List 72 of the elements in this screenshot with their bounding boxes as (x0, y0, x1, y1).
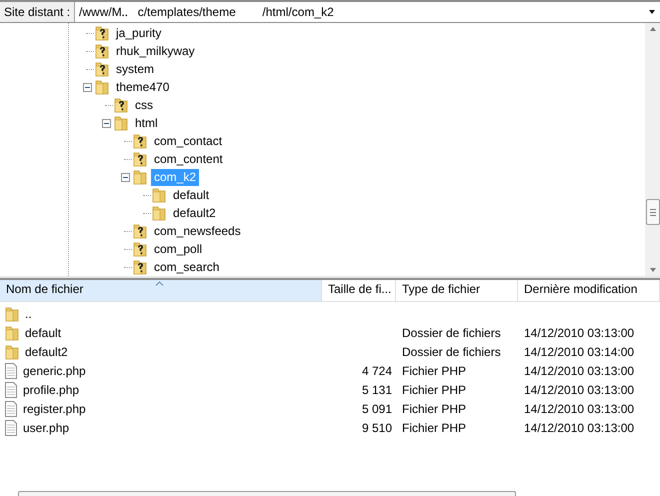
modified-date: 14/12/2010 03:13:00 (524, 420, 634, 434)
tree-item[interactable]: com_content (151, 150, 226, 168)
file-name[interactable]: generic.php (23, 362, 86, 380)
unknown-folder-icon (132, 223, 148, 239)
file-icon (4, 420, 18, 436)
modified-date: 14/12/2010 03:14:00 (524, 344, 634, 358)
file-name[interactable]: default (25, 324, 62, 342)
folder-icon (151, 187, 167, 203)
folder-icon (132, 169, 148, 185)
tree-item[interactable]: system (113, 60, 158, 78)
column-header[interactable]: Type de fichier (396, 280, 518, 301)
unknown-folder-icon (94, 25, 110, 41)
collapse-icon[interactable] (102, 118, 110, 128)
file-type: Fichier PHP (402, 364, 466, 378)
tree-item[interactable]: com_poll (151, 240, 206, 258)
file-name[interactable]: user.php (23, 418, 70, 436)
tree-item[interactable]: default (170, 186, 212, 204)
horizontal-scrollbar-thumb[interactable] (18, 491, 516, 496)
collapse-icon[interactable] (120, 172, 130, 182)
tree-item[interactable]: com_search (151, 258, 222, 276)
unknown-folder-icon (132, 151, 148, 167)
file-icon (4, 400, 18, 416)
file-type: Fichier PHP (402, 382, 466, 396)
modified-date: 14/12/2010 03:13:00 (524, 364, 634, 378)
file-icon (4, 362, 18, 378)
tree-item[interactable]: html (132, 114, 161, 132)
modified-date: 14/12/2010 03:13:00 (524, 382, 634, 396)
column-header[interactable]: Dernière modification (518, 280, 660, 301)
file-name[interactable]: register.php (23, 400, 86, 418)
tree-item[interactable]: com_contact (151, 132, 226, 150)
folder-icon (4, 344, 20, 360)
unknown-folder-icon (132, 133, 148, 149)
unknown-folder-icon (132, 241, 148, 257)
modified-date: 14/12/2010 03:13:00 (524, 402, 634, 416)
unknown-folder-icon (94, 43, 110, 59)
file-type: Fichier PHP (402, 420, 466, 434)
folder-icon (151, 205, 167, 221)
remote-path-field[interactable]: /www/M‥ c/templates/theme /html/com_k2 (75, 2, 644, 22)
remote-site-label: Site distant : (0, 2, 76, 22)
file-type: Dossier de fichiers (402, 326, 501, 340)
file-size: 4 724 (362, 364, 392, 378)
scroll-down-icon[interactable] (648, 267, 656, 273)
file-icon (4, 382, 18, 398)
sort-ascending-icon (155, 281, 164, 286)
file-name[interactable]: profile.php (23, 380, 80, 398)
file-size: 5 131 (362, 382, 392, 396)
modified-date: 14/12/2010 03:13:00 (524, 326, 634, 340)
file-name[interactable]: default2 (25, 342, 68, 360)
folder-icon (113, 115, 129, 131)
splitter-bar[interactable] (0, 276, 660, 280)
file-name[interactable]: .. (25, 304, 32, 322)
unknown-folder-icon (132, 259, 148, 275)
tree-item[interactable]: theme470 (113, 78, 172, 96)
folder-icon (94, 79, 110, 95)
column-header[interactable]: Nom de fichier (0, 280, 322, 301)
column-header[interactable]: Taille de fi... (322, 280, 396, 301)
file-type: Dossier de fichiers (402, 344, 501, 358)
collapse-icon[interactable] (82, 82, 92, 92)
scroll-up-icon[interactable] (648, 26, 656, 32)
tree-item[interactable]: com_newsfeeds (151, 222, 244, 240)
file-size: 9 510 (362, 420, 392, 434)
vertical-scrollbar[interactable] (645, 23, 660, 276)
folder-icon (4, 306, 20, 322)
file-type: Fichier PHP (402, 402, 466, 416)
tree-item[interactable]: rhuk_milkyway (113, 42, 198, 60)
tree-item[interactable]: ja_purity (113, 24, 164, 42)
file-size: 5 091 (362, 402, 392, 416)
tree-item[interactable]: css (132, 96, 156, 114)
unknown-folder-icon (94, 61, 110, 77)
folder-icon (4, 324, 20, 340)
tree-item[interactable]: default2 (170, 204, 219, 222)
unknown-folder-icon (113, 97, 129, 113)
